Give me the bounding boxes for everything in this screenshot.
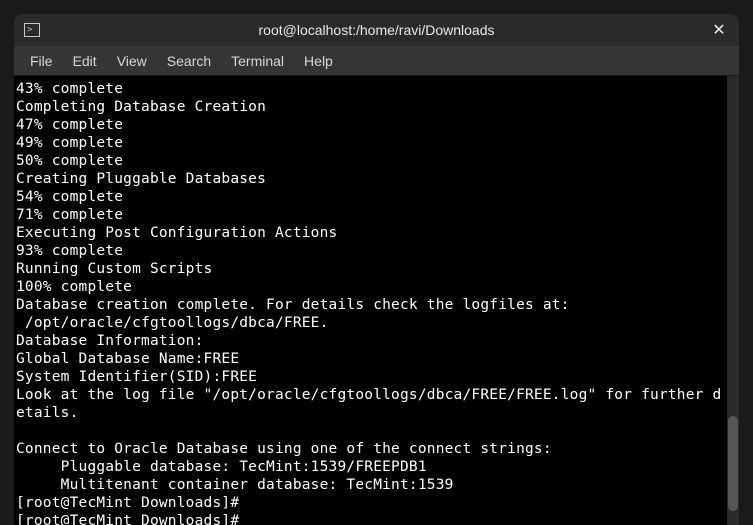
titlebar: root@localhost:/home/ravi/Downloads ✕ [14,14,739,46]
menubar: File Edit View Search Terminal Help [14,46,739,76]
scrollbar[interactable] [727,76,739,525]
terminal-output: 43% complete Completing Database Creatio… [16,80,737,525]
menu-edit[interactable]: Edit [63,53,107,69]
close-icon[interactable]: ✕ [709,20,729,40]
terminal-window: root@localhost:/home/ravi/Downloads ✕ Fi… [14,14,739,525]
menu-view[interactable]: View [107,53,157,69]
terminal-area[interactable]: 43% complete Completing Database Creatio… [14,76,739,525]
menu-search[interactable]: Search [157,53,221,69]
window-title: root@localhost:/home/ravi/Downloads [259,22,495,38]
menu-help[interactable]: Help [294,53,343,69]
scrollbar-thumb[interactable] [728,416,738,511]
terminal-icon [24,23,40,37]
menu-file[interactable]: File [20,53,63,69]
menu-terminal[interactable]: Terminal [221,53,294,69]
